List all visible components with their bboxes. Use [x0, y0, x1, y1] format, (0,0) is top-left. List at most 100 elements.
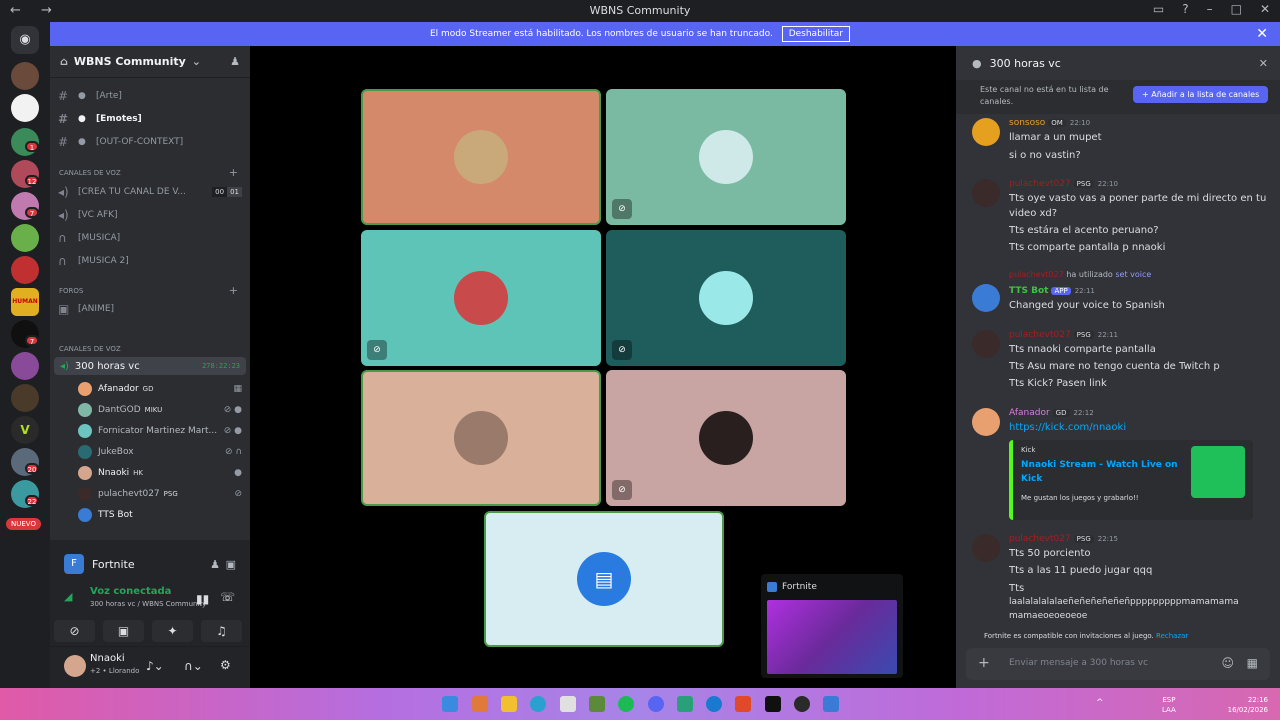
embed-title[interactable]: Nnaoki Stream - Watch Live on: [1021, 460, 1178, 470]
embed-title[interactable]: Kick: [1021, 474, 1042, 484]
emoji-icon[interactable]: ☺: [1221, 656, 1234, 670]
server-icon[interactable]: [11, 352, 39, 380]
participant-tile[interactable]: [361, 89, 601, 225]
message-author[interactable]: TTS Bot: [1009, 286, 1048, 296]
server-icon[interactable]: [11, 256, 39, 284]
avatar[interactable]: [972, 179, 1000, 207]
category-forums[interactable]: FOROS: [59, 287, 83, 295]
avatar[interactable]: [972, 330, 1000, 358]
minimize-button[interactable]: –: [1207, 2, 1213, 16]
vc-user[interactable]: Nnaoki HK ●: [78, 463, 242, 482]
server-icon[interactable]: HUMAN: [11, 288, 39, 316]
message-author[interactable]: sonsoso: [1009, 118, 1045, 128]
voice-status[interactable]: Voz conectada: [90, 586, 171, 597]
vc-user[interactable]: Fornicator Martinez Mart... ⊘ ●: [78, 421, 242, 440]
tray-chevron-icon[interactable]: ^: [1096, 698, 1104, 708]
close-icon[interactable]: ✕: [1259, 57, 1268, 70]
embed-thumbnail[interactable]: [1191, 446, 1245, 498]
camera-off-icon[interactable]: ⊘: [54, 620, 95, 642]
app-icon[interactable]: [706, 696, 722, 712]
obs-icon[interactable]: [794, 696, 810, 712]
server-icon[interactable]: [11, 384, 39, 412]
participant-tile[interactable]: ⊘: [361, 230, 601, 366]
message-link[interactable]: https://kick.com/nnaoki: [1009, 422, 1126, 433]
invite-icon[interactable]: ♟: [210, 558, 220, 571]
channel-arte[interactable]: # ● [Arte]: [58, 86, 242, 106]
copilot-icon[interactable]: [472, 696, 488, 712]
message-author[interactable]: Afanador: [1009, 408, 1050, 418]
add-member-icon[interactable]: ♟: [230, 55, 240, 68]
file-explorer-icon[interactable]: [501, 696, 517, 712]
message-author[interactable]: pulachevt027: [1009, 179, 1071, 189]
maximize-button[interactable]: □: [1231, 2, 1242, 16]
channel-emotes[interactable]: # ● [Emotes]: [58, 109, 242, 129]
participant-tile[interactable]: ⊘: [606, 89, 846, 225]
avatar[interactable]: [972, 408, 1000, 436]
voice-channel-musica[interactable]: ∩ [MUSICA]: [58, 228, 242, 248]
help-icon[interactable]: ?: [1182, 2, 1188, 16]
reject-link[interactable]: Rechazar: [1156, 632, 1188, 640]
minecraft-icon[interactable]: [589, 696, 605, 712]
activities-icon[interactable]: ✦: [152, 620, 193, 642]
command-name[interactable]: set voice: [1115, 270, 1151, 279]
soundboard-icon[interactable]: ♫: [201, 620, 242, 642]
add-attachment-icon[interactable]: +: [978, 655, 990, 671]
stream-icon[interactable]: ▣: [226, 558, 236, 571]
microphone-icon[interactable]: ♪⌄: [146, 659, 164, 673]
server-icon[interactable]: [11, 94, 39, 122]
close-icon[interactable]: ✕: [1256, 22, 1268, 46]
close-button[interactable]: ✕: [1260, 2, 1270, 16]
brave-icon[interactable]: [735, 696, 751, 712]
language-indicator[interactable]: ESP LAA: [1162, 695, 1176, 715]
add-channel-icon[interactable]: +: [229, 284, 238, 297]
current-voice-channel[interactable]: ◂) 300 horas vc 278:22:23: [54, 357, 246, 375]
avatar[interactable]: [64, 655, 86, 677]
message-input[interactable]: Enviar mensaje a 300 horas vc: [1009, 658, 1148, 668]
forum-anime[interactable]: ▣ [ANIME]: [58, 299, 242, 319]
vc-user[interactable]: pulachevt027 PSG ⊘: [78, 484, 242, 503]
vc-user[interactable]: Afanador GD ▦: [78, 379, 242, 398]
vc-user[interactable]: DantGOD MIKU ⊘ ●: [78, 400, 242, 419]
discord-icon[interactable]: [648, 696, 664, 712]
server-header[interactable]: ⌂ WBNS Community ⌄ ♟: [50, 46, 250, 78]
message-author[interactable]: pulachevt027: [1009, 534, 1071, 544]
app-icon[interactable]: [560, 696, 576, 712]
server-icon[interactable]: [11, 62, 39, 90]
message-author[interactable]: pulachevt027: [1009, 330, 1071, 340]
noise-suppression-icon[interactable]: ▮▮: [196, 592, 209, 606]
headphones-icon[interactable]: ∩⌄: [184, 659, 203, 673]
settings-gear-icon[interactable]: ⚙: [220, 658, 231, 672]
edge-icon[interactable]: [530, 696, 546, 712]
app-icon[interactable]: [677, 696, 693, 712]
add-channel-button[interactable]: + Añadir a la lista de canales: [1133, 86, 1269, 103]
participant-tile[interactable]: ⊘: [606, 370, 846, 506]
voice-channel-crea[interactable]: ◂) [CREA TU CANAL DE V... 00 01: [58, 182, 242, 202]
server-icon[interactable]: [11, 224, 39, 252]
server-icon[interactable]: V: [11, 416, 39, 444]
voice-channel-musica-2[interactable]: ∩ [MUSICA 2]: [58, 251, 242, 271]
voice-channel-afk[interactable]: ◂) [VC AFK]: [58, 205, 242, 225]
apps-icon[interactable]: ▦: [1247, 656, 1258, 670]
vc-user[interactable]: JukeBox ⊘ ∩: [78, 442, 242, 461]
stream-preview[interactable]: Fortnite: [761, 574, 903, 678]
clock[interactable]: 22:16 16/02/2026: [1224, 695, 1268, 715]
avatar[interactable]: [972, 534, 1000, 562]
avatar[interactable]: [972, 284, 1000, 312]
vc-user[interactable]: TTS Bot: [78, 505, 242, 524]
category-voice-2[interactable]: CANALES DE VOZ: [59, 345, 121, 353]
disable-streamer-button[interactable]: Deshabilitar: [781, 26, 851, 42]
add-channel-icon[interactable]: +: [229, 166, 238, 179]
spotify-icon[interactable]: [618, 696, 634, 712]
inbox-icon[interactable]: ▭: [1153, 2, 1164, 16]
discord-home-icon[interactable]: ◉: [11, 26, 39, 54]
disconnect-icon[interactable]: ☏: [220, 590, 235, 604]
category-voice[interactable]: CANALES DE VOZ: [59, 169, 121, 177]
avatar[interactable]: [972, 118, 1000, 146]
screen-share-icon[interactable]: ▣: [103, 620, 144, 642]
capcut-icon[interactable]: [765, 696, 781, 712]
participant-tile[interactable]: ▤: [484, 511, 724, 647]
participant-tile[interactable]: [361, 370, 601, 506]
channel-out-of-context[interactable]: # ● [OUT-OF-CONTEXT]: [58, 132, 242, 152]
participant-tile[interactable]: ⊘: [606, 230, 846, 366]
fortnite-icon[interactable]: [823, 696, 839, 712]
